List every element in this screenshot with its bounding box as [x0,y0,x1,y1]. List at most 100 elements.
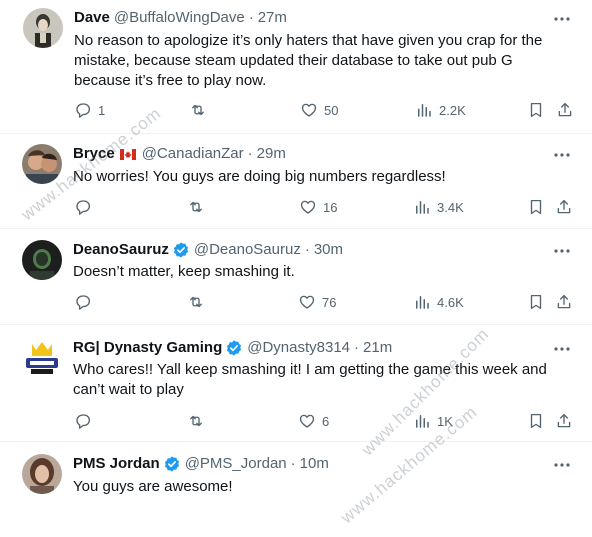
views-icon [418,104,431,117]
bookmark-icon [530,199,542,215]
more-options-icon[interactable] [552,9,572,29]
timestamp[interactable]: 21m [363,338,392,358]
display-name[interactable]: Bryce [73,144,115,164]
retweet-icon [190,296,202,308]
reply-button[interactable] [74,292,98,312]
user-handle[interactable]: @CanadianZar [142,144,244,164]
reply-button[interactable]: 1 [74,100,105,120]
like-count: 6 [322,413,330,429]
user-handle[interactable]: @Dynasty8314 [247,338,350,358]
like-count: 16 [323,199,338,215]
display-name[interactable]: PMS Jordan [73,454,160,474]
retweet-icon [190,415,202,427]
reply-icon [76,414,91,429]
heart-icon [301,103,317,117]
tweet-text: No reason to apologize it’s only haters … [74,32,543,89]
user-handle[interactable]: @DeanoSauruz [194,240,301,260]
avatar[interactable] [22,144,62,184]
heart-icon [299,414,315,428]
display-name[interactable]: DeanoSauruz [73,240,169,260]
bookmark-button[interactable] [527,292,545,312]
more-options-icon[interactable] [552,145,572,165]
tweet-deanosauruz[interactable]: DeanoSauruz @DeanoSauruz · 30m Doesn’t m… [0,229,592,324]
bookmark-button[interactable] [527,100,545,120]
view-count: 2.2K [439,102,466,118]
reply-icon [76,103,91,118]
like-count: 76 [322,294,337,310]
tweet-header: PMS Jordan @PMS_Jordan · 10m [73,454,329,474]
share-icon [557,294,571,309]
tweet-text: No worries! You guys are doing big numbe… [73,168,446,185]
views-button[interactable]: 1K [413,411,453,431]
share-button[interactable] [556,100,574,120]
tweet-dave[interactable]: Dave @BuffaloWingDave · 27m No reason to… [0,0,592,133]
retweet-icon [192,104,204,116]
more-options-icon[interactable] [552,241,572,261]
timestamp[interactable]: 29m [257,144,286,164]
like-button[interactable]: 16 [299,197,337,217]
avatar[interactable] [23,8,63,48]
timestamp[interactable]: 27m [258,8,287,28]
avatar[interactable] [22,338,62,378]
tweet-header: Dave @BuffaloWingDave · 27m [74,8,287,28]
user-handle[interactable]: @BuffaloWingDave [114,8,245,28]
bookmark-button[interactable] [527,411,545,431]
separator-dot: · [304,241,310,258]
like-count: 50 [324,102,339,118]
avatar[interactable] [22,454,62,494]
retweet-button[interactable] [187,292,211,312]
views-button[interactable]: 4.6K [413,292,464,312]
tweet-bryce[interactable]: Bryce @CanadianZar · 29m No worries! You… [0,134,592,228]
reply-button[interactable] [74,197,98,217]
views-button[interactable]: 3.4K [413,197,464,217]
tweet-pms-jordan[interactable]: PMS Jordan @PMS_Jordan · 10m You guys ar… [0,442,592,537]
timestamp[interactable]: 30m [314,240,343,260]
bookmark-icon [530,102,542,118]
reply-button[interactable] [74,411,98,431]
reply-icon [76,200,91,215]
share-button[interactable] [555,292,573,312]
verified-badge-icon [173,242,188,258]
more-options-icon[interactable] [552,339,572,359]
like-button[interactable]: 6 [298,411,329,431]
like-button[interactable]: 50 [300,100,338,120]
heart-icon [299,295,315,309]
tweet-actions: 76 4.6K [74,292,574,312]
view-count: 4.6K [437,294,464,310]
display-name[interactable]: RG| Dynasty Gaming [73,338,222,358]
share-button[interactable] [555,197,573,217]
tweet-header: RG| Dynasty Gaming @Dynasty8314 · 21m [73,338,392,358]
separator-dot: · [354,339,360,356]
separator-dot: · [290,455,296,472]
display-name[interactable]: Dave [74,8,110,28]
tweet-header: Bryce @CanadianZar · 29m [73,144,286,164]
tweet-text: Doesn’t matter, keep smashing it. [73,263,295,280]
share-icon [557,199,571,214]
view-count: 1K [437,413,453,429]
views-icon [416,296,429,309]
tweet-actions: 1 50 2.2K [74,100,574,120]
more-options-icon[interactable] [552,455,572,475]
tweet-dynasty-gaming[interactable]: RG| Dynasty Gaming @Dynasty8314 · 21m Wh… [0,325,592,441]
verified-badge-icon [164,456,179,472]
views-icon [416,415,429,428]
like-button[interactable]: 76 [298,292,336,312]
reply-feed: Dave @BuffaloWingDave · 27m No reason to… [0,0,592,537]
timestamp[interactable]: 10m [300,454,329,474]
share-button[interactable] [555,411,573,431]
tweet-header: DeanoSauruz @DeanoSauruz · 30m [73,240,343,260]
verified-badge-icon [227,340,242,356]
avatar[interactable] [22,240,62,280]
tweet-actions: 16 3.4K [74,197,574,217]
retweet-button[interactable] [187,197,211,217]
bookmark-button[interactable] [527,197,545,217]
retweet-button[interactable] [187,411,211,431]
retweet-button[interactable] [189,100,213,120]
views-button[interactable]: 2.2K [415,100,466,120]
user-handle[interactable]: @PMS_Jordan [185,454,287,474]
separator-dot: · [247,145,253,162]
view-count: 3.4K [437,199,464,215]
tweet-actions: 6 1K [74,411,574,431]
bookmark-icon [530,294,542,310]
share-icon [557,413,571,428]
